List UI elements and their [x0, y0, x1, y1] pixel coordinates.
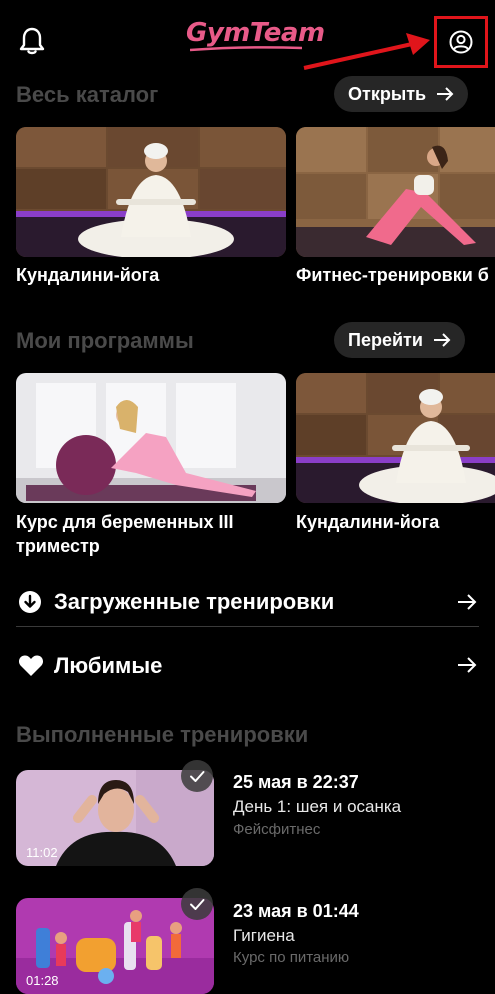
programs-title: Мои программы — [16, 328, 194, 353]
program-card-pregnancy-image[interactable] — [16, 373, 286, 503]
go-programs-label: Перейти — [348, 329, 423, 350]
completed-check-icon — [181, 888, 213, 920]
catalog-card-fitness-image[interactable] — [296, 127, 495, 257]
arrow-right-icon — [458, 594, 477, 610]
catalog-card-kundalini-image[interactable] — [16, 127, 286, 257]
profile-button[interactable] — [434, 16, 488, 68]
workout-date: 25 мая в 22:37 — [233, 772, 359, 792]
bell-icon[interactable] — [18, 26, 46, 56]
arrow-right-icon — [437, 87, 454, 101]
favorites-label: Любимые — [54, 653, 163, 678]
program-card-kundalini-image[interactable] — [296, 373, 495, 503]
open-catalog-label: Открыть — [348, 83, 427, 104]
heart-icon — [18, 655, 44, 676]
downloaded-workouts-row[interactable]: Загруженные тренировки — [16, 583, 479, 621]
completed-check-icon — [181, 760, 213, 792]
workout-program: Курс по питанию — [233, 949, 350, 966]
workout-program: Фейсфитнес — [233, 821, 321, 838]
program-card-title-line2[interactable]: триместр — [16, 534, 100, 558]
favorites-row[interactable]: Любимые — [16, 646, 479, 684]
workout-name[interactable]: День 1: шея и осанка — [233, 797, 401, 817]
downloaded-workouts-label: Загруженные тренировки — [54, 589, 335, 614]
program-card-title[interactable]: Кундалини-йога — [296, 510, 439, 534]
catalog-card-title[interactable]: Фитнес-тренировки б — [296, 263, 489, 287]
download-icon — [19, 591, 41, 613]
user-circle-icon — [449, 30, 473, 54]
annotation-arrow — [303, 33, 430, 70]
arrow-right-icon — [458, 657, 477, 673]
gymteam-logo: GymTeam — [186, 18, 325, 52]
divider — [16, 626, 479, 627]
go-programs-button[interactable]: Перейти — [334, 322, 465, 358]
workout-name[interactable]: Гигиена — [233, 926, 295, 946]
program-card-title-line1[interactable]: Курс для беременных III — [16, 510, 234, 534]
catalog-title: Весь каталог — [16, 82, 159, 107]
workout-duration: 11:02 — [26, 845, 58, 860]
workout-duration: 01:28 — [26, 973, 59, 988]
arrow-right-icon — [433, 333, 451, 347]
catalog-card-title[interactable]: Кундалини-йога — [16, 263, 159, 287]
workout-date: 23 мая в 01:44 — [233, 901, 359, 921]
open-catalog-button[interactable]: Открыть — [334, 76, 469, 112]
completed-workouts-title: Выполненные тренировки — [16, 722, 309, 747]
